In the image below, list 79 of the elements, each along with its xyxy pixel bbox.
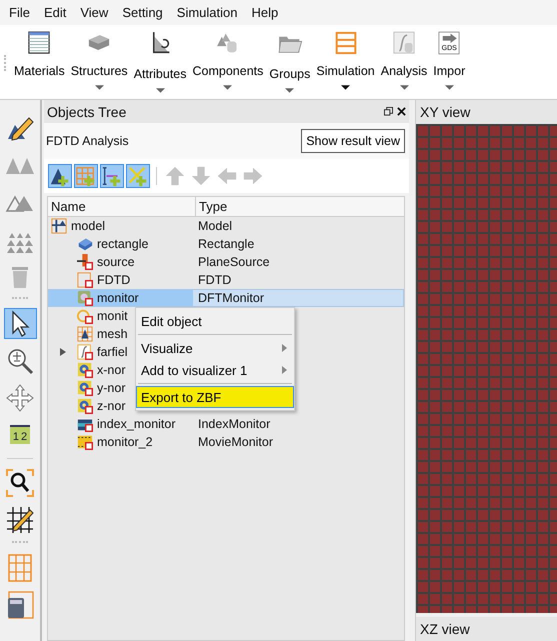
monitor-icon xyxy=(77,380,93,396)
monitor-icon xyxy=(77,362,93,378)
add-icon xyxy=(127,165,149,187)
view-title: XZ view xyxy=(420,621,470,637)
arrow-right-icon xyxy=(242,165,264,187)
move-icon xyxy=(5,382,35,412)
add-icon xyxy=(101,165,123,187)
ribbon-button[interactable]: Analysis xyxy=(380,25,428,90)
object-type: PlaneSource xyxy=(197,254,270,270)
ribbon-button[interactable]: Attributes xyxy=(134,25,186,93)
monitor-icon xyxy=(77,344,93,360)
show-result-button[interactable]: Show result view xyxy=(301,129,405,153)
monitor-icon xyxy=(77,254,93,270)
object-name[interactable]: rectangle xyxy=(97,237,148,251)
object-name[interactable]: z-nor xyxy=(97,399,126,413)
ribbon-button[interactable]: Structures xyxy=(70,25,128,90)
ruler-icon: 1 2 xyxy=(10,425,30,444)
menu-item[interactable]: Add to visualizer 1 xyxy=(136,359,294,381)
object-name[interactable]: monit xyxy=(97,309,128,323)
object-name[interactable]: index_monitor xyxy=(97,417,176,431)
analysis-label: FDTD Analysis xyxy=(46,134,129,148)
calculator-icon xyxy=(5,590,35,620)
object-type: FDTD xyxy=(197,272,232,288)
menu-item[interactable]: Edit xyxy=(44,5,66,20)
menu-item[interactable]: Setting xyxy=(122,5,163,20)
add-button[interactable] xyxy=(48,164,72,188)
add-icon xyxy=(75,165,97,187)
monitor-icon xyxy=(77,308,93,324)
ribbon-button[interactable]: Materials xyxy=(14,25,65,78)
expand-arrow-icon[interactable] xyxy=(60,348,66,356)
arrow-up-icon xyxy=(164,165,186,187)
model-icon xyxy=(51,218,67,234)
add-button[interactable] xyxy=(126,164,150,188)
object-name[interactable]: FDTD xyxy=(97,273,130,287)
pointer-tool[interactable] xyxy=(4,308,36,339)
menu-item[interactable]: Help xyxy=(252,5,278,20)
menu-item[interactable]: View xyxy=(80,5,108,20)
object-type: MovieMonitor xyxy=(197,434,274,450)
object-type: Rectangle xyxy=(197,236,254,252)
menu-item[interactable]: Visualize xyxy=(136,337,294,359)
object-name[interactable]: mesh xyxy=(97,327,128,341)
panel-title: Objects Tree xyxy=(47,104,128,120)
object-type: IndexMonitor xyxy=(197,416,270,432)
monitor-icon xyxy=(77,290,93,306)
monitor-icon xyxy=(77,398,93,414)
object-name[interactable]: model xyxy=(71,219,106,233)
toolbar-grip[interactable] xyxy=(12,541,28,546)
column-header[interactable]: Type xyxy=(196,197,228,216)
menu-item[interactable]: Export to ZBF xyxy=(136,386,294,408)
toolbar-grip[interactable] xyxy=(12,297,28,302)
menu-item[interactable]: File xyxy=(9,5,30,20)
column-header[interactable]: Name xyxy=(48,197,196,216)
tool-button[interactable] xyxy=(4,467,36,498)
grid-pencil-icon xyxy=(5,504,35,534)
search-icon xyxy=(5,468,35,498)
menu-item[interactable]: Edit object xyxy=(136,310,294,332)
ribbon-button[interactable]: Groups xyxy=(269,25,310,93)
ribbon-button[interactable]: Components xyxy=(192,25,264,90)
add-button[interactable] xyxy=(100,164,124,188)
object-type: DFTMonitor xyxy=(197,290,264,306)
menu-item[interactable]: Simulation xyxy=(176,5,238,20)
monitor-icon xyxy=(77,272,93,288)
object-name[interactable]: source xyxy=(97,255,135,269)
arrow-down-icon xyxy=(190,165,212,187)
arrow-left-icon xyxy=(216,165,238,187)
ruler-tool[interactable]: 1 2 xyxy=(4,419,36,450)
monitor-icon xyxy=(77,434,93,450)
object-name[interactable]: x-nor xyxy=(97,363,126,377)
close-icon[interactable] xyxy=(397,107,406,116)
view-title: XY view xyxy=(420,104,470,120)
mesh-icon xyxy=(77,326,93,342)
ribbon-button[interactable]: Simulation xyxy=(316,25,375,90)
float-icon[interactable] xyxy=(384,107,393,116)
object-type: Model xyxy=(197,218,232,234)
block-icon xyxy=(77,236,93,252)
move-tool[interactable] xyxy=(4,382,36,413)
object-name[interactable]: farfiel xyxy=(97,345,128,359)
object-name[interactable]: y-nor xyxy=(97,381,126,395)
object-name[interactable]: monitor_2 xyxy=(97,435,153,449)
